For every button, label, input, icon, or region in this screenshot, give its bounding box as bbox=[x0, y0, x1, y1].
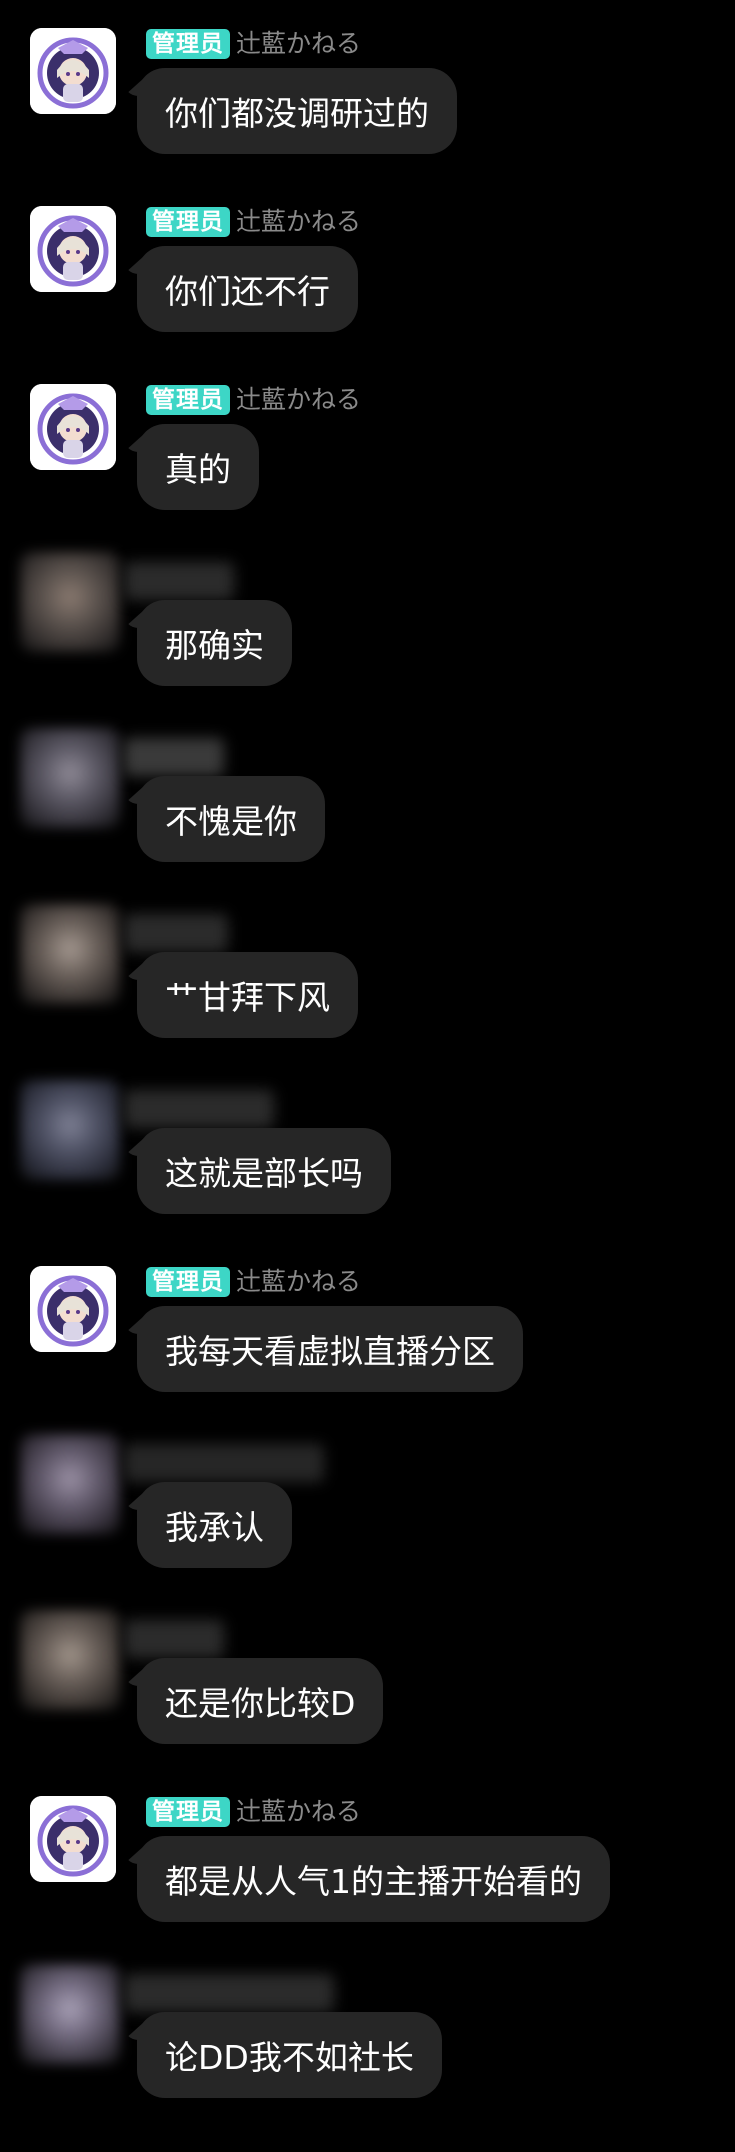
sender-nickname[interactable]: 辻藍かねる bbox=[236, 28, 361, 60]
avatar[interactable] bbox=[30, 1796, 116, 1882]
admin-badge: 管理员 bbox=[146, 1797, 230, 1827]
message-row: 还是你比较D bbox=[0, 1610, 735, 1788]
sender-nickname[interactable]: 辻藍かねる bbox=[236, 1266, 361, 1298]
message-row: 管理员 辻藍かねる 你们都没调研过的 bbox=[0, 28, 735, 198]
message-bubble[interactable]: 那确实 bbox=[137, 600, 292, 686]
message-row: 管理员 辻藍かねる 真的 bbox=[0, 384, 735, 554]
sender-name-row: 管理员 辻藍かねる bbox=[146, 1266, 361, 1298]
avatar-blurred[interactable] bbox=[20, 1964, 120, 2064]
sender-name-blurred bbox=[124, 1444, 324, 1482]
message-row: 管理员 辻藍かねる 我每天看虚拟直播分区 bbox=[0, 1266, 735, 1436]
avatar-blurred[interactable] bbox=[20, 552, 120, 652]
message-row: 艹甘拜下风 bbox=[0, 904, 735, 1082]
sender-name-row: 管理员 辻藍かねる bbox=[146, 1796, 361, 1828]
sender-nickname[interactable]: 辻藍かねる bbox=[236, 384, 361, 416]
admin-badge: 管理员 bbox=[146, 1267, 230, 1297]
message-bubble[interactable]: 你们都没调研过的 bbox=[137, 68, 457, 154]
sender-nickname[interactable]: 辻藍かねる bbox=[236, 1796, 361, 1828]
sender-name-row: 管理员 辻藍かねる bbox=[146, 206, 361, 238]
message-bubble[interactable]: 都是从人气1的主播开始看的 bbox=[137, 1836, 610, 1922]
sender-name-row: 管理员 辻藍かねる bbox=[146, 384, 361, 416]
message-row: 我承认 bbox=[0, 1434, 735, 1612]
message-bubble[interactable]: 我承认 bbox=[137, 1482, 292, 1568]
avatar[interactable] bbox=[30, 1266, 116, 1352]
message-row: 那确实 bbox=[0, 552, 735, 730]
sender-name-blurred bbox=[124, 738, 224, 776]
avatar-blurred[interactable] bbox=[20, 904, 120, 1004]
avatar-blurred[interactable] bbox=[20, 1080, 120, 1180]
admin-badge: 管理员 bbox=[146, 385, 230, 415]
message-bubble[interactable]: 还是你比较D bbox=[137, 1658, 384, 1744]
avatar-blurred[interactable] bbox=[20, 1610, 120, 1710]
message-row: 不愧是你 bbox=[0, 728, 735, 906]
admin-badge: 管理员 bbox=[146, 29, 230, 59]
message-bubble[interactable]: 论DD我不如社长 bbox=[137, 2012, 442, 2098]
message-row: 管理员 辻藍かねる 你们还不行 bbox=[0, 206, 735, 376]
message-row: 这就是部长吗 bbox=[0, 1080, 735, 1258]
avatar[interactable] bbox=[30, 384, 116, 470]
avatar[interactable] bbox=[30, 206, 116, 292]
sender-name-blurred bbox=[124, 1090, 274, 1128]
message-row: 论DD我不如社长 bbox=[0, 1964, 735, 2142]
sender-name-blurred bbox=[124, 914, 228, 952]
message-bubble[interactable]: 你们还不行 bbox=[137, 246, 358, 332]
message-bubble[interactable]: 我每天看虚拟直播分区 bbox=[137, 1306, 523, 1392]
avatar-blurred[interactable] bbox=[20, 728, 120, 828]
message-bubble[interactable]: 不愧是你 bbox=[137, 776, 325, 862]
admin-badge: 管理员 bbox=[146, 207, 230, 237]
message-bubble[interactable]: 这就是部长吗 bbox=[137, 1128, 391, 1214]
message-row: 管理员 辻藍かねる 都是从人气1的主播开始看的 bbox=[0, 1796, 735, 1966]
avatar[interactable] bbox=[30, 28, 116, 114]
chat-list: 管理员 辻藍かねる 你们都没调研过的 管理员 辻藍かねる 你们还不行 管理员 辻… bbox=[0, 0, 735, 2152]
sender-name-blurred bbox=[124, 1620, 224, 1658]
sender-name-row: 管理员 辻藍かねる bbox=[146, 28, 361, 60]
sender-nickname[interactable]: 辻藍かねる bbox=[236, 206, 361, 238]
sender-name-blurred bbox=[124, 562, 234, 600]
sender-name-blurred bbox=[124, 1974, 334, 2012]
message-bubble[interactable]: 真的 bbox=[137, 424, 259, 510]
message-bubble[interactable]: 艹甘拜下风 bbox=[137, 952, 358, 1038]
avatar-blurred[interactable] bbox=[20, 1434, 120, 1534]
